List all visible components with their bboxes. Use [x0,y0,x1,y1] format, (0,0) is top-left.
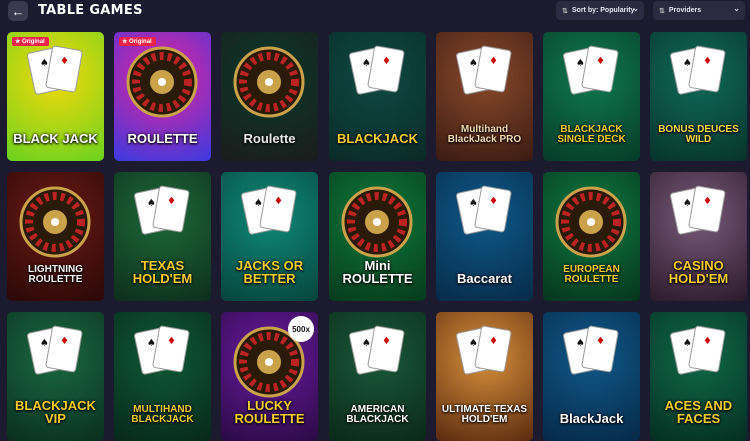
svg-text:♦: ♦ [60,336,69,347]
game-title: LUCKY ROULETTE [234,398,305,426]
game-title: Multihand BlackJack PRO [447,124,522,145]
svg-text:♦: ♦ [382,56,391,67]
game-title: BLACK JACK [13,131,98,146]
sort-icon: ⇅ [562,7,568,15]
game-tile[interactable]: LIGHTNING ROULETTE [7,172,104,301]
game-title: BLACKJACK VIP [15,398,96,426]
chevron-down-icon: ⌄ [632,4,639,13]
svg-text:♠: ♠ [469,198,478,209]
game-title: TEXAS HOLD'EM [132,258,193,286]
svg-text:♠: ♠ [40,338,49,349]
svg-text:♠: ♠ [683,198,692,209]
svg-text:♦: ♦ [167,336,176,347]
providers-dropdown[interactable]: ⇅ Providers ⌄ [653,1,745,20]
svg-text:♠: ♠ [147,338,156,349]
svg-text:♦: ♦ [489,56,498,67]
game-title: ULTIMATE TEXAS HOLD'EM [441,404,528,425]
game-title: Mini ROULETTE [342,258,413,286]
svg-text:♠: ♠ [576,338,585,349]
top-bar: ← TABLE GAMES ⇅ Sort by: Popularity ⌄ ⇅ … [0,0,750,28]
game-tile[interactable]: ♠ ♦ BLACKJACK VIP [7,312,104,441]
svg-text:♠: ♠ [683,338,692,349]
svg-text:♦: ♦ [703,336,712,347]
game-tile[interactable]: ♠ ♦ TEXAS HOLD'EM [114,172,211,301]
game-title: EUROPEAN ROULETTE [563,264,620,285]
game-title: BONUS DEUCES WILD [658,124,739,145]
game-title: BLACKJACK SINGLE DECK [557,124,626,145]
svg-text:♦: ♦ [703,196,712,207]
svg-text:♠: ♠ [147,198,156,209]
svg-text:♦: ♦ [489,336,498,347]
game-tile[interactable]: 500x LUCKY ROULETTE [221,312,318,441]
game-tile[interactable]: ♠ ♦ BLACKJACK SINGLE DECK [543,32,640,161]
sort-dropdown[interactable]: ⇅ Sort by: Popularity ⌄ [556,1,644,20]
original-badge: ★ Original [12,37,49,46]
svg-text:♦: ♦ [596,336,605,347]
game-title: CASINO HOLD'EM [668,258,729,286]
game-title: BLACKJACK [337,131,418,146]
svg-text:♦: ♦ [274,196,283,207]
game-title: AMERICAN BLACKJACK [346,404,409,425]
games-grid: ♠ ♦ ★ Original BLACK JACK ★ Original ROULETTE… [7,32,750,441]
game-title: Roulette [243,131,296,146]
original-badge: ★ Original [119,37,156,46]
game-title: Baccarat [457,271,512,286]
svg-text:♠: ♠ [362,338,371,349]
svg-text:♦: ♦ [60,56,69,67]
game-title: ROULETTE [127,131,198,146]
game-tile[interactable]: ♠ ♦ BLACKJACK [329,32,426,161]
filter-icon: ⇅ [659,7,665,15]
game-tile[interactable]: ♠ ♦ JACKS OR BETTER [221,172,318,301]
game-tile[interactable]: ♠ ♦ ULTIMATE TEXAS HOLD'EM [436,312,533,441]
game-tile[interactable]: ♠ ♦ CASINO HOLD'EM [650,172,747,301]
game-tile[interactable]: ♠ ♦ Baccarat [436,172,533,301]
game-title: BlackJack [559,411,624,426]
providers-label: Providers [668,7,702,14]
game-title: JACKS OR BETTER [235,258,304,286]
game-tile[interactable]: ♠ ♦ ACES AND FACES [650,312,747,441]
game-tile[interactable]: ♠ ♦ Multihand BlackJack PRO [436,32,533,161]
svg-text:♠: ♠ [576,58,585,69]
game-tile[interactable]: ♠ ♦ AMERICAN BLACKJACK [329,312,426,441]
multiplier-badge: 500x [288,316,314,342]
game-tile[interactable]: ♠ ♦ BlackJack [543,312,640,441]
game-tile[interactable]: ♠ ♦ MULTIHAND BLACKJACK [114,312,211,441]
svg-text:♦: ♦ [167,196,176,207]
game-title: LIGHTNING ROULETTE [28,264,83,285]
svg-text:♦: ♦ [596,56,605,67]
game-title: ACES AND FACES [664,398,733,426]
svg-text:♦: ♦ [703,56,712,67]
game-tile[interactable]: EUROPEAN ROULETTE [543,172,640,301]
page-title: TABLE GAMES [38,3,143,18]
svg-text:♦: ♦ [489,196,498,207]
game-tile[interactable]: Roulette [221,32,318,161]
chevron-down-icon: ⌄ [733,4,740,13]
sort-label: Sort by: Popularity [571,7,635,14]
svg-text:♠: ♠ [683,58,692,69]
svg-text:♠: ♠ [40,58,49,69]
back-button[interactable]: ← [8,1,28,21]
svg-text:♦: ♦ [382,336,391,347]
game-tile[interactable]: Mini ROULETTE [329,172,426,301]
arrow-left-icon: ← [11,3,25,19]
game-tile[interactable]: ♠ ♦ ★ Original BLACK JACK [7,32,104,161]
game-title: MULTIHAND BLACKJACK [131,404,194,425]
svg-text:♠: ♠ [469,338,478,349]
game-tile[interactable]: ♠ ♦ BONUS DEUCES WILD [650,32,747,161]
svg-text:♠: ♠ [469,58,478,69]
svg-text:♠: ♠ [362,58,371,69]
svg-text:♠: ♠ [254,198,263,209]
game-tile[interactable]: ★ Original ROULETTE [114,32,211,161]
